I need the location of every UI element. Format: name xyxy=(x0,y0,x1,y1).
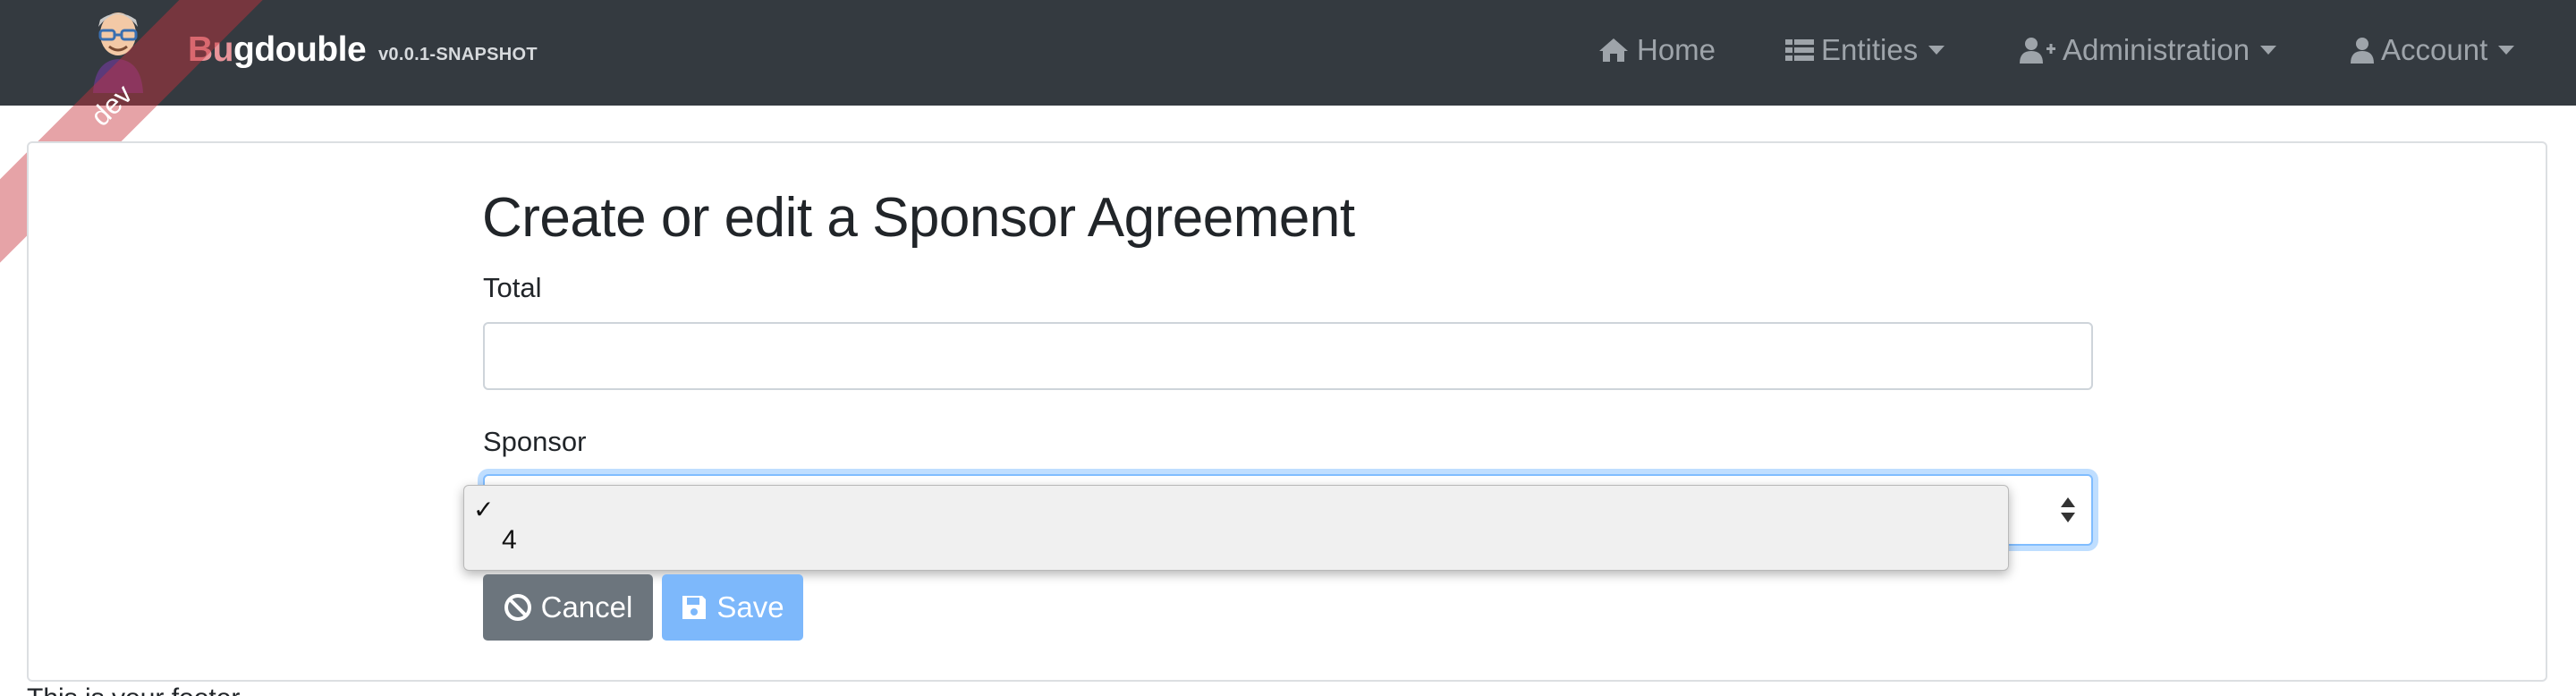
nav-entities[interactable]: Entities xyxy=(1785,32,1945,68)
total-label: Total xyxy=(483,272,542,303)
total-input[interactable] xyxy=(483,322,2093,390)
checkmark-icon: ✓ xyxy=(473,496,495,523)
nav-account-label: Account xyxy=(2381,33,2488,66)
chevron-down-icon xyxy=(1928,46,1945,55)
brand-accent: Bu xyxy=(188,30,234,69)
list-icon xyxy=(1785,39,1814,61)
select-arrows-icon xyxy=(2061,496,2075,526)
home-icon xyxy=(1599,38,1628,62)
user-icon xyxy=(2351,38,2374,64)
ban-icon xyxy=(504,594,531,621)
user-plus-icon xyxy=(2020,38,2055,64)
brand-version: v0.0.1-SNAPSHOT xyxy=(378,45,538,64)
navbar: Bugdouble v0.0.1-SNAPSHOT Home Entities … xyxy=(0,0,2576,106)
chevron-down-icon xyxy=(2498,46,2515,55)
save-button[interactable]: Save xyxy=(662,574,803,641)
chevron-down-icon xyxy=(2260,46,2277,55)
sponsor-label: Sponsor xyxy=(483,426,587,457)
save-label: Save xyxy=(716,590,784,624)
save-icon xyxy=(682,596,707,619)
nav-account[interactable]: Account xyxy=(2351,32,2515,68)
nav-home[interactable]: Home xyxy=(1597,32,1716,68)
nav-administration-label: Administration xyxy=(2063,33,2250,66)
footer-text: This is your footer xyxy=(27,683,240,696)
nav-entities-label: Entities xyxy=(1821,33,1919,66)
page-title: Create or edit a Sponsor Agreement xyxy=(482,187,1355,249)
cancel-label: Cancel xyxy=(540,590,633,624)
brand-rest: gdouble xyxy=(233,30,367,69)
sponsor-dropdown-list: ✓ 4 xyxy=(463,485,2009,571)
brand-name[interactable]: Bugdouble xyxy=(188,30,367,70)
sponsor-option-4[interactable]: 4 xyxy=(502,525,517,556)
nav-home-label: Home xyxy=(1637,33,1716,66)
nav-administration[interactable]: Administration xyxy=(2020,32,2277,68)
logo-icon[interactable] xyxy=(86,7,150,93)
cancel-button[interactable]: Cancel xyxy=(483,574,653,641)
